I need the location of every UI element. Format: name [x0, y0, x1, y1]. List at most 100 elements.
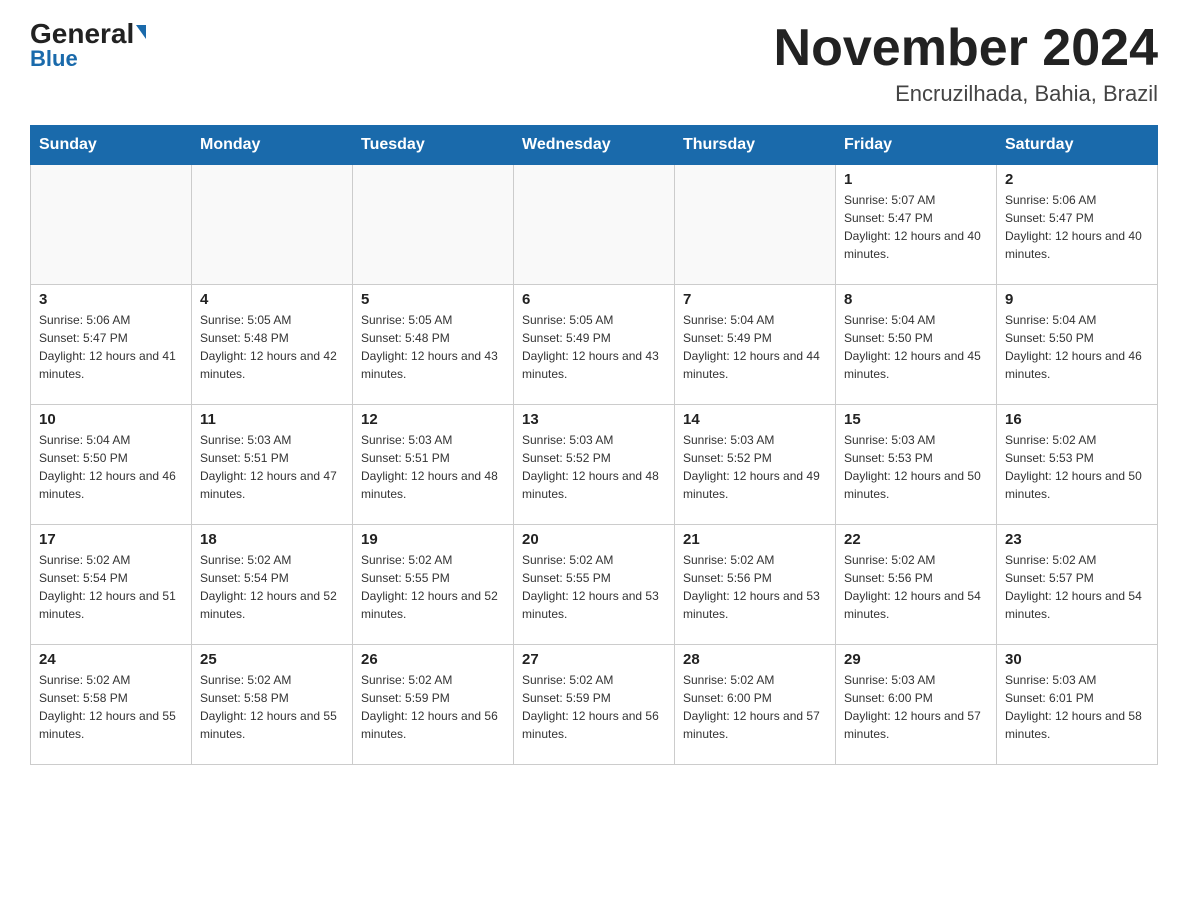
table-row: 29 Sunrise: 5:03 AMSunset: 6:00 PMDayligh… — [836, 645, 997, 765]
calendar-week-2: 3 Sunrise: 5:06 AMSunset: 5:47 PMDaylight… — [31, 285, 1158, 405]
table-row: 20 Sunrise: 5:02 AMSunset: 5:55 PMDayligh… — [514, 525, 675, 645]
day-info: Sunrise: 5:04 AMSunset: 5:50 PMDaylight:… — [844, 311, 988, 383]
day-info: Sunrise: 5:03 AMSunset: 5:51 PMDaylight:… — [361, 431, 505, 503]
table-row: 27 Sunrise: 5:02 AMSunset: 5:59 PMDayligh… — [514, 645, 675, 765]
day-info: Sunrise: 5:04 AMSunset: 5:50 PMDaylight:… — [1005, 311, 1149, 383]
day-number: 24 — [39, 651, 183, 668]
day-info: Sunrise: 5:05 AMSunset: 5:48 PMDaylight:… — [200, 311, 344, 383]
day-number: 12 — [361, 411, 505, 428]
day-info: Sunrise: 5:02 AMSunset: 5:53 PMDaylight:… — [1005, 431, 1149, 503]
table-row: 15Sunrise: 5:03 AMSunset: 5:53 PMDayligh… — [836, 405, 997, 525]
table-row: 5Sunrise: 5:05 AMSunset: 5:48 PMDaylight… — [353, 285, 514, 405]
table-row — [31, 165, 192, 285]
day-info: Sunrise: 5:02 AMSunset: 5:59 PMDaylight:… — [522, 671, 666, 743]
header-saturday: Saturday — [997, 126, 1158, 165]
day-info: Sunrise: 5:03 AMSunset: 6:01 PMDaylight:… — [1005, 671, 1149, 743]
page-header: General Blue November 2024 Encruzilhada,… — [30, 20, 1158, 107]
day-number: 11 — [200, 411, 344, 428]
day-number: 9 — [1005, 291, 1149, 308]
table-row: 6 Sunrise: 5:05 AMSunset: 5:49 PMDaylight… — [514, 285, 675, 405]
day-info: Sunrise: 5:02 AMSunset: 5:57 PMDaylight:… — [1005, 551, 1149, 623]
day-number: 18 — [200, 531, 344, 548]
day-number: 23 — [1005, 531, 1149, 548]
day-number: 17 — [39, 531, 183, 548]
day-info: Sunrise: 5:07 AMSunset: 5:47 PMDaylight:… — [844, 191, 988, 263]
table-row: 10 Sunrise: 5:04 AMSunset: 5:50 PMDayligh… — [31, 405, 192, 525]
day-info: Sunrise: 5:05 AMSunset: 5:49 PMDaylight:… — [522, 311, 666, 383]
day-info: Sunrise: 5:02 AMSunset: 5:55 PMDaylight:… — [522, 551, 666, 623]
calendar-week-3: 10 Sunrise: 5:04 AMSunset: 5:50 PMDayligh… — [31, 405, 1158, 525]
month-year-title: November 2024 — [774, 20, 1158, 77]
logo-blue: Blue — [30, 46, 78, 72]
day-number: 3 — [39, 291, 183, 308]
day-number: 14 — [683, 411, 827, 428]
header-friday: Friday — [836, 126, 997, 165]
day-number: 27 — [522, 651, 666, 668]
table-row: 12 Sunrise: 5:03 AMSunset: 5:51 PMDayligh… — [353, 405, 514, 525]
logo-triangle-icon — [136, 25, 146, 39]
table-row: 2 Sunrise: 5:06 AMSunset: 5:47 PMDaylight… — [997, 165, 1158, 285]
day-number: 1 — [844, 171, 988, 188]
day-info: Sunrise: 5:02 AMSunset: 5:58 PMDaylight:… — [200, 671, 344, 743]
day-number: 15 — [844, 411, 988, 428]
day-number: 2 — [1005, 171, 1149, 188]
table-row: 4 Sunrise: 5:05 AMSunset: 5:48 PMDaylight… — [192, 285, 353, 405]
table-row: 11 Sunrise: 5:03 AMSunset: 5:51 PMDayligh… — [192, 405, 353, 525]
day-info: Sunrise: 5:06 AMSunset: 5:47 PMDaylight:… — [39, 311, 183, 383]
day-info: Sunrise: 5:04 AMSunset: 5:50 PMDaylight:… — [39, 431, 183, 503]
table-row: 18 Sunrise: 5:02 AMSunset: 5:54 PMDayligh… — [192, 525, 353, 645]
day-info: Sunrise: 5:03 AMSunset: 5:52 PMDaylight:… — [522, 431, 666, 503]
day-number: 4 — [200, 291, 344, 308]
day-info: Sunrise: 5:02 AMSunset: 5:58 PMDaylight:… — [39, 671, 183, 743]
day-info: Sunrise: 5:03 AMSunset: 5:51 PMDaylight:… — [200, 431, 344, 503]
calendar-week-1: 1 Sunrise: 5:07 AMSunset: 5:47 PMDaylight… — [31, 165, 1158, 285]
calendar-week-4: 17 Sunrise: 5:02 AMSunset: 5:54 PMDayligh… — [31, 525, 1158, 645]
day-number: 10 — [39, 411, 183, 428]
day-info: Sunrise: 5:03 AMSunset: 6:00 PMDaylight:… — [844, 671, 988, 743]
day-info: Sunrise: 5:02 AMSunset: 5:56 PMDaylight:… — [844, 551, 988, 623]
header-tuesday: Tuesday — [353, 126, 514, 165]
day-number: 20 — [522, 531, 666, 548]
day-number: 13 — [522, 411, 666, 428]
day-info: Sunrise: 5:02 AMSunset: 5:54 PMDaylight:… — [200, 551, 344, 623]
day-info: Sunrise: 5:02 AMSunset: 5:59 PMDaylight:… — [361, 671, 505, 743]
day-info: Sunrise: 5:02 AMSunset: 5:56 PMDaylight:… — [683, 551, 827, 623]
header-sunday: Sunday — [31, 126, 192, 165]
day-number: 16 — [1005, 411, 1149, 428]
day-info: Sunrise: 5:02 AMSunset: 5:54 PMDaylight:… — [39, 551, 183, 623]
day-info: Sunrise: 5:03 AMSunset: 5:52 PMDaylight:… — [683, 431, 827, 503]
calendar-table: Sunday Monday Tuesday Wednesday Thursday… — [30, 125, 1158, 765]
day-number: 28 — [683, 651, 827, 668]
table-row: 26Sunrise: 5:02 AMSunset: 5:59 PMDayligh… — [353, 645, 514, 765]
day-number: 6 — [522, 291, 666, 308]
table-row — [192, 165, 353, 285]
table-row: 30 Sunrise: 5:03 AMSunset: 6:01 PMDayligh… — [997, 645, 1158, 765]
day-number: 7 — [683, 291, 827, 308]
day-number: 21 — [683, 531, 827, 548]
table-row: 28 Sunrise: 5:02 AMSunset: 6:00 PMDayligh… — [675, 645, 836, 765]
table-row: 19 Sunrise: 5:02 AMSunset: 5:55 PMDayligh… — [353, 525, 514, 645]
table-row: 25Sunrise: 5:02 AMSunset: 5:58 PMDayligh… — [192, 645, 353, 765]
day-number: 19 — [361, 531, 505, 548]
table-row: 3 Sunrise: 5:06 AMSunset: 5:47 PMDaylight… — [31, 285, 192, 405]
table-row: 23 Sunrise: 5:02 AMSunset: 5:57 PMDayligh… — [997, 525, 1158, 645]
table-row: 24 Sunrise: 5:02 AMSunset: 5:58 PMDayligh… — [31, 645, 192, 765]
table-row: 13 Sunrise: 5:03 AMSunset: 5:52 PMDayligh… — [514, 405, 675, 525]
day-info: Sunrise: 5:06 AMSunset: 5:47 PMDaylight:… — [1005, 191, 1149, 263]
table-row: 21 Sunrise: 5:02 AMSunset: 5:56 PMDayligh… — [675, 525, 836, 645]
table-row: 16 Sunrise: 5:02 AMSunset: 5:53 PMDayligh… — [997, 405, 1158, 525]
logo: General Blue — [30, 20, 146, 72]
calendar-header-row: Sunday Monday Tuesday Wednesday Thursday… — [31, 126, 1158, 165]
table-row — [353, 165, 514, 285]
day-info: Sunrise: 5:05 AMSunset: 5:48 PMDaylight:… — [361, 311, 505, 383]
table-row — [675, 165, 836, 285]
day-number: 8 — [844, 291, 988, 308]
table-row: 8 Sunrise: 5:04 AMSunset: 5:50 PMDaylight… — [836, 285, 997, 405]
day-info: Sunrise: 5:02 AMSunset: 6:00 PMDaylight:… — [683, 671, 827, 743]
day-info: Sunrise: 5:02 AMSunset: 5:55 PMDaylight:… — [361, 551, 505, 623]
day-number: 30 — [1005, 651, 1149, 668]
day-number: 29 — [844, 651, 988, 668]
table-row: 9 Sunrise: 5:04 AMSunset: 5:50 PMDaylight… — [997, 285, 1158, 405]
logo-general: General — [30, 20, 146, 48]
table-row: 22Sunrise: 5:02 AMSunset: 5:56 PMDayligh… — [836, 525, 997, 645]
